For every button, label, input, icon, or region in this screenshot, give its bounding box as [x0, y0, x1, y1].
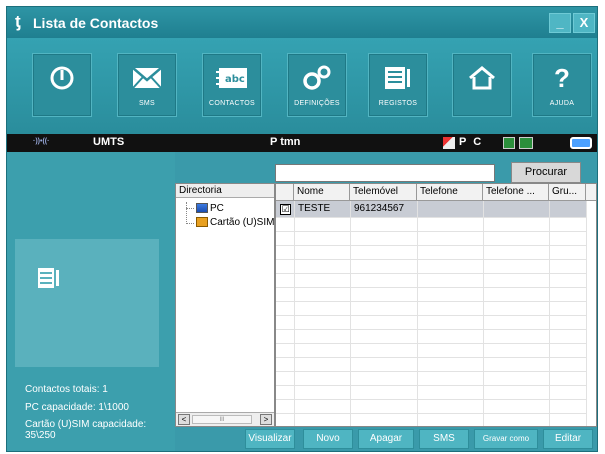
- grid-line: [276, 413, 586, 414]
- column-header-check[interactable]: [276, 184, 294, 201]
- logs-label: REGISTOS: [378, 100, 418, 107]
- tree-item-pc[interactable]: PC: [196, 203, 224, 214]
- edit-button[interactable]: Editar: [543, 429, 593, 449]
- contacts-window: ƫ Lista de Contactos _ X SMS abc CONTACT…: [6, 6, 598, 452]
- battery-icon: [570, 137, 592, 149]
- minimize-button[interactable]: _: [549, 13, 571, 33]
- home-button[interactable]: [452, 53, 512, 117]
- settings-label: DEFINIÇÕES: [294, 100, 340, 107]
- contacts-table: Nome Telemóvel Telefone Telefone ... Gru…: [275, 183, 597, 427]
- app-logo-icon: ƫ: [15, 12, 21, 31]
- title-bar: ƫ Lista de Contactos _ X: [7, 7, 597, 38]
- grid-line: [276, 357, 586, 358]
- settings-button[interactable]: DEFINIÇÕES: [287, 53, 347, 117]
- info-panel: Contactos totais: 1 PC capacidade: 1\100…: [7, 152, 175, 451]
- grid-line: [276, 231, 586, 232]
- pc-label: P C: [459, 136, 484, 148]
- window-title: Lista de Contactos: [33, 15, 159, 31]
- cell-mobile: 961234567: [354, 203, 405, 214]
- logs-icon: [369, 60, 427, 96]
- column-header-group[interactable]: Gru...: [549, 184, 586, 201]
- grid-line: [276, 245, 586, 246]
- grid-line: [276, 371, 586, 372]
- directory-header: Directoria: [176, 184, 274, 198]
- scroll-right-button[interactable]: >: [260, 414, 272, 425]
- column-header-mobile[interactable]: Telemóvel: [350, 184, 417, 201]
- grid-line: [276, 301, 586, 302]
- logs-button[interactable]: REGISTOS: [368, 53, 428, 117]
- network-type: UMTS: [93, 136, 125, 148]
- computer-icon: [196, 203, 208, 214]
- grid-line: [276, 315, 586, 316]
- logs-icon: [37, 267, 61, 289]
- power-icon: [33, 60, 91, 96]
- sim-icon: [503, 137, 515, 149]
- device-icon: [519, 137, 533, 149]
- contacts-grid: Nome Telemóvel Telefone Telefone ... Gru…: [276, 184, 596, 426]
- scroll-thumb[interactable]: III: [192, 415, 252, 424]
- main-toolbar: SMS abc CONTACTOS DEFINIÇÕES REGISTOS ? …: [7, 38, 597, 134]
- new-button[interactable]: Novo: [303, 429, 353, 449]
- signal-strength-icon: ·))•((·: [33, 138, 50, 145]
- operator-name: P tmn: [270, 136, 301, 148]
- grid-line: [276, 273, 586, 274]
- question-icon: ?: [554, 62, 570, 93]
- grid-line: [276, 343, 586, 344]
- home-icon: [453, 60, 511, 96]
- grid-line: [276, 259, 586, 260]
- svg-text:abc: abc: [225, 74, 245, 85]
- row-checkbox[interactable]: ☑: [280, 204, 291, 215]
- sms-button[interactable]: SMS: [117, 53, 177, 117]
- contacts-label: CONTACTOS: [209, 100, 255, 107]
- grid-line: [276, 217, 586, 218]
- cell-name: TESTE: [298, 203, 331, 214]
- delete-button[interactable]: Apagar: [358, 429, 414, 449]
- directory-scrollbar[interactable]: < III >: [176, 412, 274, 426]
- envelope-icon: [118, 60, 176, 96]
- contacts-button[interactable]: abc CONTACTOS: [202, 53, 262, 117]
- gears-icon: [288, 60, 346, 96]
- status-bar: ·))•((· UMTS P tmn P C: [7, 134, 597, 152]
- pc-sync-icon: [443, 137, 455, 149]
- search-input[interactable]: [275, 164, 495, 182]
- tree-item-sim[interactable]: Cartão (U)SIM: [196, 217, 274, 228]
- grid-line: [276, 385, 586, 386]
- sim-capacity: Cartão (U)SIM capacidade: 35\250: [25, 419, 147, 441]
- search-button[interactable]: Procurar: [511, 162, 581, 183]
- contacts-card-icon: abc: [203, 60, 261, 96]
- pc-capacity: PC capacidade: 1\1000: [25, 402, 129, 413]
- total-contacts: Contactos totais: 1: [25, 384, 108, 395]
- help-label: AJUDA: [549, 100, 575, 107]
- close-button[interactable]: X: [573, 13, 595, 33]
- help-button[interactable]: ? AJUDA: [532, 53, 592, 117]
- sms-label: SMS: [138, 100, 156, 107]
- scroll-left-button[interactable]: <: [178, 414, 190, 425]
- directory-tree: Directoria PC Cartão (U)SIM < III >: [175, 183, 275, 427]
- grid-line: [276, 287, 586, 288]
- save-as-button[interactable]: Gravar como: [474, 429, 538, 449]
- sim-card-icon: [196, 217, 208, 228]
- send-sms-button[interactable]: SMS: [419, 429, 469, 449]
- column-header-name[interactable]: Nome: [294, 184, 350, 201]
- grid-line: [276, 329, 586, 330]
- info-panel-inner: [15, 239, 159, 367]
- grid-line: [276, 399, 586, 400]
- power-button[interactable]: [32, 53, 92, 117]
- column-header-phone2[interactable]: Telefone ...: [483, 184, 549, 201]
- column-header-phone[interactable]: Telefone: [417, 184, 483, 201]
- view-button[interactable]: Visualizar: [245, 429, 295, 449]
